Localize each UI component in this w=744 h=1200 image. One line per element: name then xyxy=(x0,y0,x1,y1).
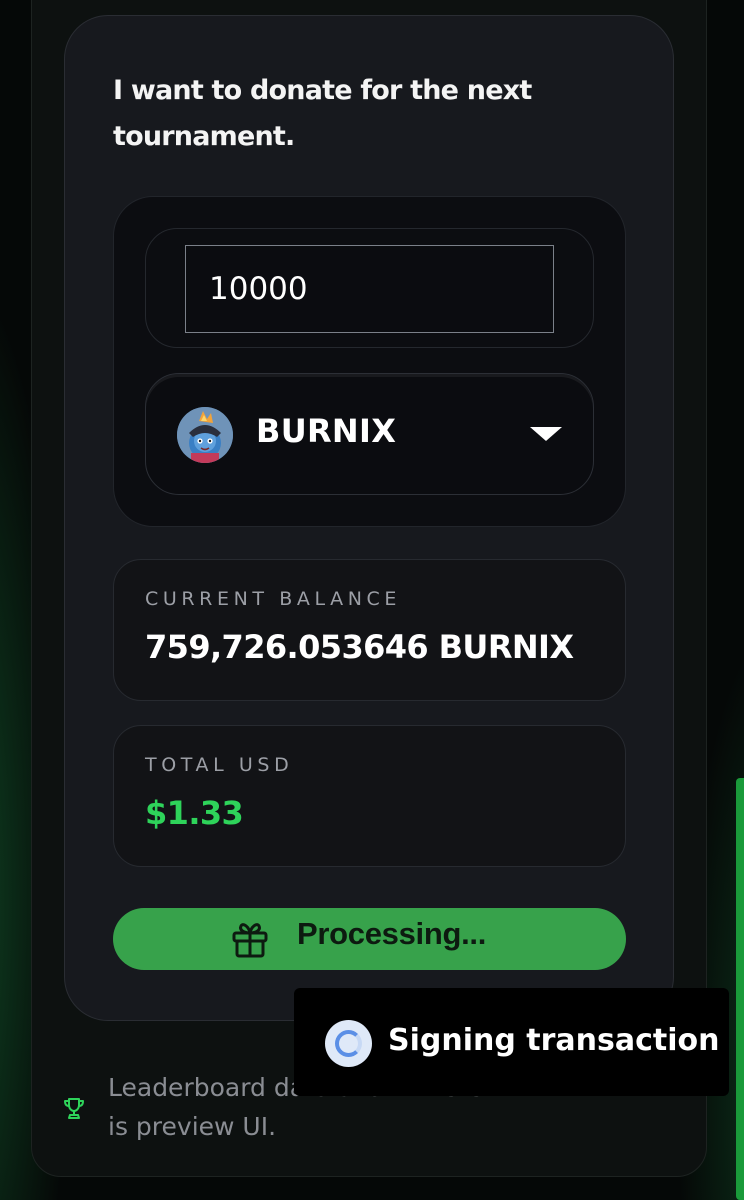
current-balance-label: CURRENT BALANCE xyxy=(145,588,401,610)
selected-token-label: BURNIX xyxy=(256,412,397,450)
signing-toast: Signing transaction xyxy=(294,988,729,1096)
token-select-dropdown[interactable]: BURNIX xyxy=(145,373,594,495)
current-balance-value: 759,726.053646 BURNIX xyxy=(145,628,574,666)
amount-field-wrapper xyxy=(145,228,594,348)
donation-input-group: BURNIX xyxy=(113,196,626,527)
scrollbar-thumb[interactable] xyxy=(736,778,744,1200)
total-usd-value: $1.33 xyxy=(145,794,244,832)
spinner-icon xyxy=(325,1020,372,1067)
toast-message: Signing transaction xyxy=(388,1023,720,1058)
donation-heading: I want to donate for the next tournament… xyxy=(113,75,532,152)
donation-amount-input[interactable] xyxy=(185,245,554,333)
scrollbar[interactable] xyxy=(736,0,744,1200)
total-usd-label: TOTAL USD xyxy=(145,754,294,776)
trophy-icon xyxy=(63,1096,85,1120)
donate-button-label: Processing... xyxy=(297,916,487,951)
caret-down-icon xyxy=(530,427,562,441)
gift-icon xyxy=(230,920,270,960)
donate-submit-button[interactable]: Processing... xyxy=(113,908,626,970)
current-balance-box: CURRENT BALANCE 759,726.053646 BURNIX xyxy=(113,559,626,701)
total-usd-box: TOTAL USD $1.33 xyxy=(113,725,626,867)
burnix-token-avatar xyxy=(177,407,233,463)
donation-card: I want to donate for the next tournament… xyxy=(64,15,674,1021)
